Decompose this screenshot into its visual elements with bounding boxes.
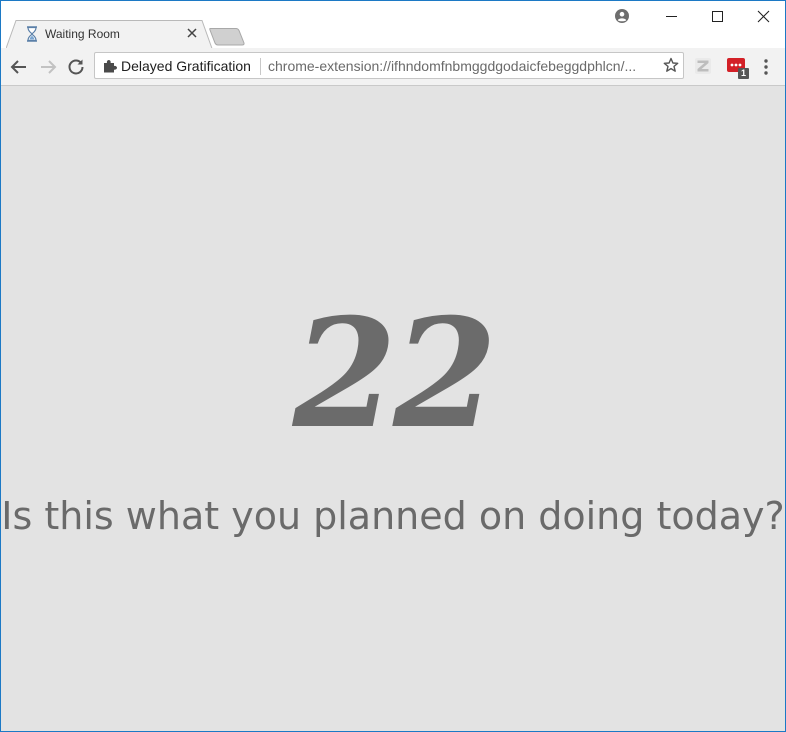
reload-button[interactable] [66, 57, 86, 77]
forward-button[interactable] [38, 57, 58, 77]
address-separator [260, 58, 261, 75]
profile-icon[interactable] [614, 8, 630, 29]
chrome-menu-icon[interactable] [763, 58, 769, 81]
address-bar[interactable]: Delayed Gratification chrome-extension:/… [94, 52, 684, 79]
new-tab-button[interactable] [209, 28, 247, 46]
hourglass-icon [25, 26, 39, 42]
tab-title: Waiting Room [45, 27, 120, 41]
countdown-counter: 22 [292, 286, 498, 462]
page-content: 22 Is this what you planned on doing tod… [1, 86, 785, 731]
extension-badge: 1 [741, 68, 747, 78]
tab-strip: Waiting Room [1, 1, 785, 49]
browser-toolbar: Delayed Gratification chrome-extension:/… [1, 48, 785, 86]
site-label: Delayed Gratification [121, 58, 251, 74]
maximize-button[interactable] [697, 5, 737, 27]
z-extension-icon[interactable] [695, 58, 711, 79]
puzzle-piece-icon [103, 59, 117, 78]
back-button[interactable] [9, 57, 29, 77]
bookmark-star-icon[interactable] [663, 57, 679, 78]
close-tab-icon[interactable] [185, 26, 199, 40]
browser-window: Waiting Room Delayed Gratification chrom… [0, 0, 786, 732]
prompt-question: Is this what you planned on doing today? [1, 494, 785, 538]
tab-waiting-room[interactable]: Waiting Room [6, 20, 213, 49]
minimize-button[interactable] [651, 5, 691, 27]
url-text[interactable]: chrome-extension://ifhndomfnbmggdgodaicf… [268, 58, 636, 74]
close-window-button[interactable] [743, 5, 783, 27]
password-extension-icon[interactable]: 1 [727, 56, 751, 80]
